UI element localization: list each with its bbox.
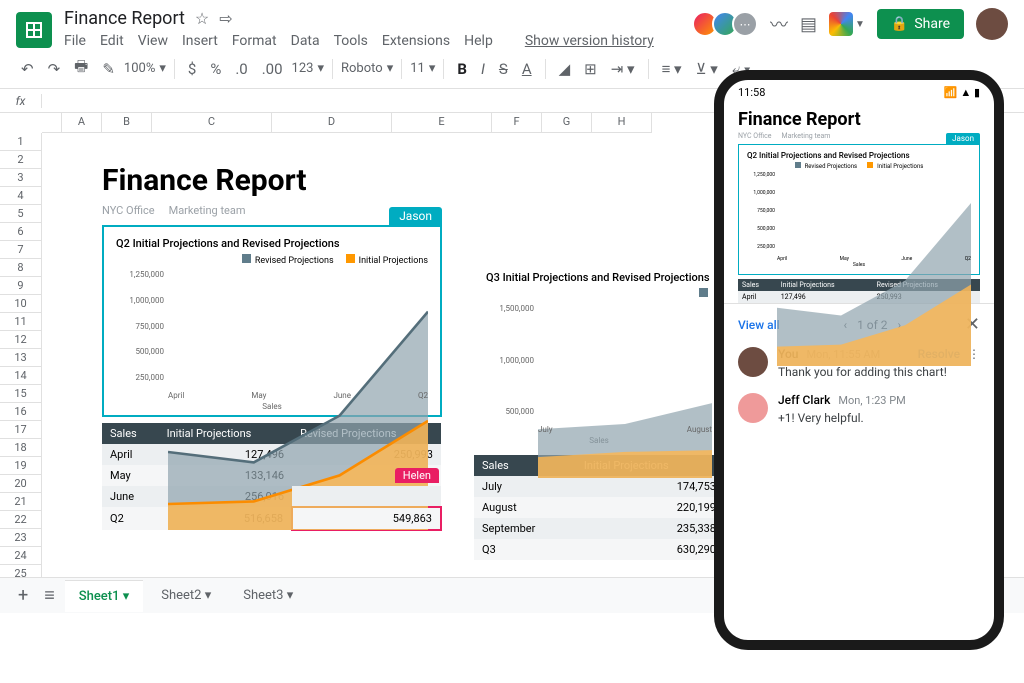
comments-icon[interactable]: ▤ xyxy=(800,14,817,35)
app-header: Finance Report ☆ ⇨ File Edit View Insert… xyxy=(0,0,1024,49)
menu-format[interactable]: Format xyxy=(232,33,277,49)
bold-icon[interactable]: B xyxy=(452,56,472,82)
q2-legend: Revised Projections Initial Projections xyxy=(116,254,428,266)
phone-signal-icon: 📶 ▲ ▮ xyxy=(944,86,980,99)
tab-sheet1[interactable]: Sheet1 ▾ xyxy=(65,580,144,612)
row-headers: 1234567891011121314151617181920212223242… xyxy=(0,133,42,613)
phone-plot-icon xyxy=(777,172,971,366)
share-label: Share xyxy=(914,16,950,32)
comment-text: Thank you for adding this chart! xyxy=(778,365,980,379)
comment-text: +1! Very helpful. xyxy=(778,411,980,425)
decrease-decimal-icon[interactable]: .0 xyxy=(230,56,252,82)
collaborator-tag-jason: Jason xyxy=(389,207,442,225)
doc-info: Finance Report ☆ ⇨ File Edit View Insert… xyxy=(64,8,686,49)
phone-document: Finance Report NYC OfficeMarketing team … xyxy=(724,101,994,303)
profile-avatar[interactable] xyxy=(976,8,1008,40)
zoom-dropdown[interactable]: 100% ▾ xyxy=(124,61,166,76)
doc-title[interactable]: Finance Report xyxy=(64,8,185,29)
comment-avatar xyxy=(738,393,768,423)
report-title: Finance Report xyxy=(102,163,732,198)
tab-sheet2[interactable]: Sheet2 ▾ xyxy=(147,580,225,611)
font-dropdown[interactable]: Roboto ▾ xyxy=(341,61,393,76)
phone-time: 11:58 xyxy=(738,86,765,99)
fx-label: fx xyxy=(0,94,42,108)
meet-dropdown-icon[interactable]: ▼ xyxy=(855,19,865,30)
borders-icon[interactable]: ⊞ xyxy=(579,56,602,82)
font-size-dropdown[interactable]: 11 ▾ xyxy=(410,61,435,76)
valign-icon[interactable]: ⊻ ▾ xyxy=(691,56,723,82)
comment-item[interactable]: Jeff Clark Mon, 1:23 PM +1! Very helpful… xyxy=(738,393,980,425)
q3-section: Q3 Initial Projections and Revised Proje… xyxy=(474,261,724,560)
q3-chart-title: Q3 Initial Projections and Revised Proje… xyxy=(486,271,712,284)
move-icon[interactable]: ⇨ xyxy=(219,9,232,28)
sheets-logo-icon[interactable] xyxy=(16,12,52,48)
version-history-link[interactable]: Show version history xyxy=(525,33,654,49)
number-format-dropdown[interactable]: 123 ▾ xyxy=(292,61,324,76)
currency-icon[interactable]: $ xyxy=(183,56,201,82)
share-button[interactable]: 🔒 Share xyxy=(877,9,964,39)
q3-plot-icon xyxy=(538,304,712,478)
paint-format-icon[interactable]: ✎ xyxy=(97,56,120,82)
lock-icon: 🔒 xyxy=(891,16,908,32)
strikethrough-icon[interactable]: S xyxy=(494,56,513,82)
menu-extensions[interactable]: Extensions xyxy=(382,33,450,49)
header-right: ⋯ 〰 ▤ ▼ 🔒 Share xyxy=(698,8,1008,40)
menu-bar: File Edit View Insert Format Data Tools … xyxy=(64,33,686,49)
merge-icon[interactable]: ⇥ ▾ xyxy=(606,56,640,82)
menu-file[interactable]: File xyxy=(64,33,86,49)
italic-icon[interactable]: I xyxy=(476,56,490,82)
fill-color-icon[interactable]: ◢ xyxy=(554,56,576,82)
subtitle-team: Marketing team xyxy=(169,204,246,217)
print-icon[interactable]: 🖶 xyxy=(69,52,93,85)
menu-insert[interactable]: Insert xyxy=(182,33,218,49)
phone-mockup: 11:58 📶 ▲ ▮ Finance Report NYC OfficeMar… xyxy=(714,70,1004,650)
tab-sheet3[interactable]: Sheet3 ▾ xyxy=(229,580,307,611)
align-icon[interactable]: ≡ ▾ xyxy=(657,56,687,82)
menu-view[interactable]: View xyxy=(138,33,168,49)
phone-status-bar: 11:58 📶 ▲ ▮ xyxy=(724,80,994,101)
percent-icon[interactable]: % xyxy=(205,56,226,82)
subtitle-office: NYC Office xyxy=(102,204,155,217)
menu-help[interactable]: Help xyxy=(464,33,493,49)
activity-icon[interactable]: 〰 xyxy=(770,11,788,37)
q2-chart[interactable]: Q2 Initial Projections and Revised Proje… xyxy=(102,225,442,417)
undo-icon[interactable]: ↶ xyxy=(16,56,39,82)
redo-icon[interactable]: ↷ xyxy=(43,56,66,82)
avatar-3[interactable]: ⋯ xyxy=(732,11,758,37)
add-sheet-icon[interactable]: + xyxy=(12,581,34,610)
comment-time: Mon, 1:23 PM xyxy=(838,394,905,407)
menu-tools[interactable]: Tools xyxy=(334,33,368,49)
menu-edit[interactable]: Edit xyxy=(100,33,124,49)
phone-doc-title: Finance Report xyxy=(738,109,980,130)
all-sheets-icon[interactable]: ≡ xyxy=(38,581,61,610)
view-all-link[interactable]: View all xyxy=(738,318,780,332)
collaborator-avatars[interactable]: ⋯ xyxy=(698,11,758,37)
increase-decimal-icon[interactable]: .00 xyxy=(257,56,288,82)
comment-avatar xyxy=(738,347,768,377)
phone-chart[interactable]: Jason Q2 Initial Projections and Revised… xyxy=(738,144,980,275)
menu-data[interactable]: Data xyxy=(291,33,320,49)
comment-author: Jeff Clark xyxy=(778,393,830,407)
text-color-icon[interactable]: A xyxy=(517,56,537,82)
q3-chart[interactable]: Q3 Initial Projections and Revised Proje… xyxy=(474,261,724,449)
meet-icon[interactable] xyxy=(829,12,853,36)
phone-jason-tag: Jason xyxy=(946,133,980,144)
star-icon[interactable]: ☆ xyxy=(195,9,209,28)
q2-chart-title: Q2 Initial Projections and Revised Proje… xyxy=(116,237,428,250)
